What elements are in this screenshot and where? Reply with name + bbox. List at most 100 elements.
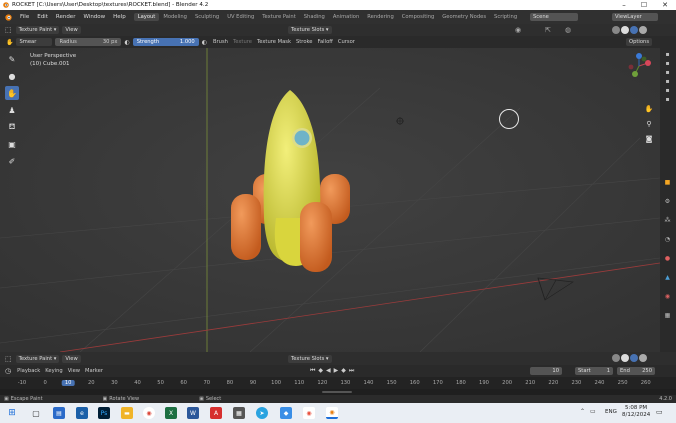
radius-pressure-icon[interactable]: ◐ [124,39,129,46]
3d-viewport[interactable]: User Perspective (10) Cube.001 ✎ ● ✋ ♟ ⛾… [0,48,660,352]
clock[interactable]: 5:08 PM 8/12/2024 [622,405,650,419]
physics-props-icon[interactable]: ◔ [663,235,672,244]
scene-selector[interactable]: Scene [530,13,578,21]
taskbar-app4-icon[interactable]: ◉ [303,407,315,419]
soften-tool-icon[interactable]: ● [5,69,19,83]
bottom-mode-selector[interactable]: Texture Paint ▾ [15,354,60,363]
strength-pressure-icon[interactable]: ◐ [202,39,207,46]
fill-tool-icon[interactable]: ⛾ [5,120,19,134]
timeline-editor[interactable]: ◷ Playback Keying View Marker ⏮ ◆ ◀ ▶ ◆ … [0,365,676,395]
tab-sculpting[interactable]: Sculpting [191,13,223,21]
brush-selector[interactable]: Smear [16,38,53,46]
falloff-menu[interactable]: Falloff [318,39,333,45]
bottom-view-menu[interactable]: View [62,354,81,363]
output-props-icon[interactable]: ▪ [663,68,672,77]
brush-menu[interactable]: Brush [213,39,228,45]
timeline-scrollbar[interactable] [322,391,352,393]
play-icon[interactable]: ▶ [334,367,339,375]
network-icon[interactable]: ▭ [590,408,596,415]
material-props-icon[interactable]: ◉ [663,292,672,301]
annotate-tool-icon[interactable]: ✐ [5,154,19,168]
camera-view-icon[interactable]: ◙ [643,133,655,145]
material-shading-icon[interactable] [630,26,638,34]
windows-start-icon[interactable]: ⊞ [6,407,18,419]
options-menu[interactable]: Options [626,38,653,46]
menu-file[interactable]: File [16,14,33,20]
texture-menu[interactable]: Texture [233,39,252,45]
excel-icon[interactable]: X [165,407,177,419]
viewlayer-selector[interactable]: ViewLayer [612,13,658,21]
chrome-icon[interactable]: ◉ [143,407,155,419]
constraints-props-icon[interactable]: ● [663,254,672,263]
bottom-material-icon[interactable] [630,354,638,362]
bottom-wireframe-icon[interactable] [612,354,620,362]
mask-tool-icon[interactable]: ▣ [5,137,19,151]
tab-rendering[interactable]: Rendering [363,13,398,21]
tab-compositing[interactable]: Compositing [398,13,439,21]
tab-texture-paint[interactable]: Texture Paint [258,13,299,21]
minimize-icon[interactable]: – [614,0,634,10]
play-reverse-icon[interactable]: ◀ [326,367,331,375]
bottom-solid-icon[interactable] [621,354,629,362]
gizmo-toggle-icon[interactable]: ⇱ [545,26,551,34]
acrobat-icon[interactable]: A [210,407,222,419]
render-props-icon[interactable]: ▪ [663,59,672,68]
end-frame-field[interactable]: End 250 [617,367,655,375]
timeline-editor-icon[interactable]: ◷ [5,367,11,375]
world-props-icon[interactable]: ▪ [663,95,672,104]
tab-modeling[interactable]: Modeling [159,13,191,21]
language-indicator[interactable]: ENG [605,409,617,415]
timeline-view-menu[interactable]: View [68,368,80,374]
photoshop-icon[interactable]: Ps [98,407,110,419]
menu-render[interactable]: Render [52,14,80,20]
view-object-types-icon[interactable]: ◉ [515,26,521,34]
tab-layout[interactable]: Layout [133,13,160,21]
tray-chevron-icon[interactable]: ⌃ [580,408,585,415]
notification-icon[interactable]: ▭ [656,408,663,416]
strength-field[interactable]: Strength 1.000 [132,38,199,46]
stroke-menu[interactable]: Stroke [296,39,313,45]
zoom-view-icon[interactable]: ⚲ [643,118,655,130]
playback-menu[interactable]: Playback [17,368,40,374]
mode-selector[interactable]: Texture Paint ▾ [15,26,60,34]
edge-browser-icon[interactable]: e [76,407,88,419]
solid-shading-icon[interactable] [621,26,629,34]
view-layer-props-icon[interactable]: ▪ [663,77,672,86]
modifier-props-icon[interactable]: ⚙ [663,197,672,206]
bottom-editor-type-icon[interactable]: ⬚ [5,355,12,363]
object-props-icon[interactable]: ■ [663,178,672,187]
maximize-icon[interactable]: ☐ [634,0,654,10]
tab-geometry-nodes[interactable]: Geometry Nodes [438,13,490,21]
close-icon[interactable]: ✕ [655,0,675,10]
frame-ruler[interactable]: -10 0 10 20 30 40 50 60 70 80 90 100 110 120 130 140 150… [0,377,676,389]
word-icon[interactable]: W [187,407,199,419]
texture-slots-dropdown[interactable]: Texture Slots ▾ [288,26,332,34]
blender-taskbar-icon[interactable]: ◉ [326,407,338,419]
bottom-texture-slots-dropdown[interactable]: Texture Slots ▾ [288,354,332,363]
start-frame-field[interactable]: Start 1 [575,367,613,375]
file-explorer-icon[interactable]: ▬ [121,407,133,419]
navigation-gizmo[interactable] [625,52,653,80]
marker-menu[interactable]: Marker [85,368,103,374]
jump-start-icon[interactable]: ⏮ [310,367,315,375]
particles-props-icon[interactable]: ⁂ [663,216,672,225]
rendered-shading-icon[interactable] [639,26,647,34]
texture-props-icon[interactable]: ▦ [663,311,672,320]
tab-shading[interactable]: Shading [300,13,329,21]
draw-tool-icon[interactable]: ✎ [5,52,19,66]
object-data-props-icon[interactable]: ▲ [663,273,672,282]
bottom-rendered-icon[interactable] [639,354,647,362]
keying-menu[interactable]: Keying [45,368,62,374]
editor-type-icon[interactable]: ⬚ [5,26,12,34]
menu-edit[interactable]: Edit [33,14,52,20]
tab-scripting[interactable]: Scripting [490,13,521,21]
telegram-icon[interactable]: ➤ [256,407,268,419]
pan-view-icon[interactable]: ✋ [643,103,655,115]
clone-tool-icon[interactable]: ♟ [5,103,19,117]
taskbar-app-icon[interactable]: ▤ [53,407,65,419]
overlay-toggle-icon[interactable]: ◍ [565,26,571,34]
tab-uv-editing[interactable]: UV Editing [223,13,258,21]
cursor-menu[interactable]: Cursor [338,39,355,45]
taskbar-app2-icon[interactable]: ▦ [233,407,245,419]
radius-field[interactable]: Radius 30 px [55,38,122,46]
